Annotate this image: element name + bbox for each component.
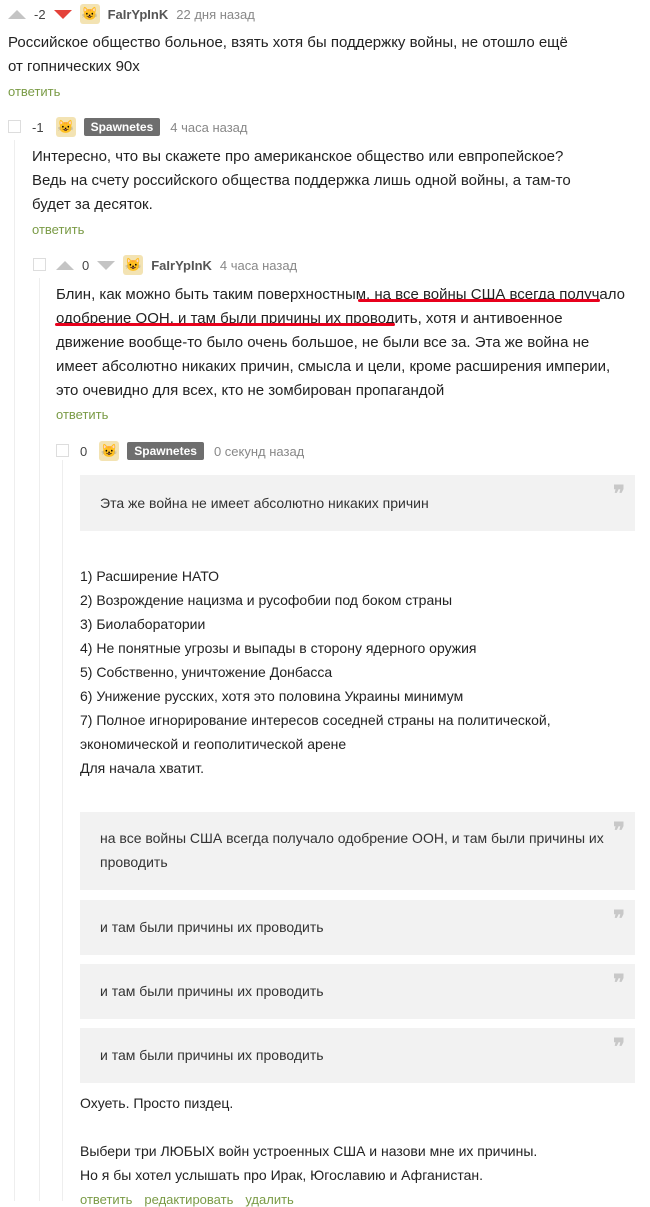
reply-link[interactable]: ответить — [32, 222, 84, 237]
quote-icon: ❞ — [613, 906, 625, 932]
quote-icon: ❞ — [613, 481, 625, 507]
comment-meta: 0 😺 Spawnetes 0 секунд назад — [80, 441, 304, 461]
comment-line: Интересно, что вы скажете про американск… — [32, 148, 564, 165]
reason-list: 1) Расширение НАТО 2) Возрождение нацизм… — [80, 564, 630, 780]
red-underline — [55, 323, 395, 326]
upvote-icon[interactable] — [8, 9, 26, 19]
thread-line — [39, 278, 40, 1201]
comment-actions: ответить редактировать удалить — [80, 1192, 294, 1207]
list-item: 2) Возрождение нацизма и русофобии под б… — [80, 592, 453, 608]
list-item: 1) Расширение НАТО — [80, 568, 220, 584]
downvote-icon[interactable] — [97, 260, 116, 270]
comment-line: Но я бы хотел услышать про Ирак, Югослав… — [80, 1167, 483, 1183]
list-item: 5) Собственно, уничтожение Донбасса — [80, 664, 333, 680]
quote-text: и там были причины их проводить — [100, 1047, 324, 1063]
username[interactable]: FaIrYpInK — [151, 258, 212, 273]
avatar-icon[interactable]: 😺 — [79, 4, 100, 24]
blockquote: и там были причины их проводить ❞ — [80, 1028, 635, 1083]
edit-link[interactable]: редактировать — [144, 1192, 233, 1207]
comment-meta: -1 😺 Spawnetes 4 часа назад — [32, 117, 248, 137]
comment-line: Выбери три ЛЮБЫХ войн устроенных США и н… — [80, 1143, 538, 1159]
rating: -1 — [32, 119, 44, 135]
timestamp: 4 часа назад — [170, 119, 248, 135]
list-item: 4) Не понятные угрозы и выпады в сторону… — [80, 640, 477, 656]
rating: 0 — [82, 257, 90, 273]
upvote-icon[interactable] — [56, 260, 74, 270]
rating: 0 — [80, 443, 88, 459]
avatar-icon[interactable]: 😺 — [123, 255, 144, 275]
comment-text: Российское общество больное, взять хотя … — [8, 34, 568, 75]
comment-line: Ведь на счету российского общества подде… — [32, 172, 571, 213]
delete-link[interactable]: удалить — [245, 1192, 293, 1207]
blockquote: и там были причины их проводить ❞ — [80, 964, 635, 1019]
timestamp: 22 дня назад — [176, 6, 255, 22]
list-item: 6) Унижение русских, хотя это половина У… — [80, 688, 464, 704]
reply-link[interactable]: ответить — [56, 407, 108, 422]
username-badge[interactable]: Spawnetes — [83, 118, 161, 136]
username[interactable]: FaIrYpInK — [108, 7, 169, 22]
quote-text: Эта же война не имеет абсолютно никаких … — [100, 495, 429, 511]
quote-text: и там были причины их проводить — [100, 919, 324, 935]
red-underline — [358, 299, 600, 302]
comment-meta: 0 😺 FaIrYpInK 4 часа назад — [56, 255, 297, 275]
reply-link[interactable]: ответить — [8, 84, 60, 99]
collapse-button[interactable] — [56, 444, 69, 457]
comment-text: Охуеть. Просто пиздец. — [80, 1095, 234, 1111]
comment-meta: -2 😺 FaIrYpInK 22 дня назад — [8, 4, 255, 24]
comment-text: Интересно, что вы скажете про американск… — [32, 145, 612, 217]
quote-icon: ❞ — [613, 818, 625, 844]
list-item: 7) Полное игнорирование интересов соседн… — [80, 712, 551, 752]
quote-icon: ❞ — [613, 1034, 625, 1060]
quote-icon: ❞ — [613, 970, 625, 996]
collapse-button[interactable] — [33, 258, 46, 271]
reply-link[interactable]: ответить — [80, 1192, 132, 1207]
avatar-icon[interactable]: 😺 — [99, 441, 120, 461]
blockquote: Эта же война не имеет абсолютно никаких … — [80, 475, 635, 531]
comment-text-part: Блин, как можно быть таким поверхностным… — [56, 286, 375, 303]
timestamp: 4 часа назад — [219, 257, 298, 273]
blockquote: и там были причины их проводить ❞ — [80, 900, 635, 955]
timestamp: 0 секунд назад — [213, 443, 305, 459]
list-item: 3) Биолаборатории — [80, 616, 206, 632]
thread-line — [62, 460, 63, 1201]
quote-text: на все войны США всегда получало одобрен… — [100, 830, 604, 870]
thread-line — [14, 140, 15, 1201]
username-badge[interactable]: Spawnetes — [127, 442, 204, 460]
blockquote: на все войны США всегда получало одобрен… — [80, 812, 635, 890]
collapse-button[interactable] — [8, 120, 21, 133]
avatar-icon[interactable]: 😺 — [55, 117, 76, 137]
rating: -2 — [34, 6, 46, 22]
comment-text: Выбери три ЛЮБЫХ войн устроенных США и н… — [80, 1139, 630, 1187]
list-item: Для начала хватит. — [80, 760, 204, 776]
downvote-icon[interactable] — [53, 9, 72, 19]
quote-text: и там были причины их проводить — [100, 983, 324, 999]
